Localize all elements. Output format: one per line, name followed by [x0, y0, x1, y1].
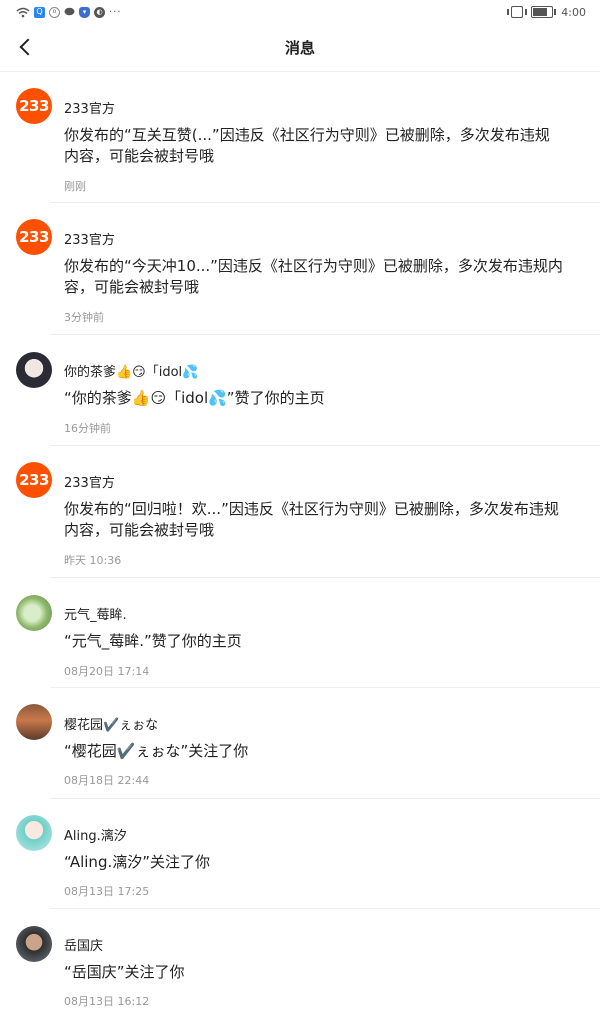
user-avatar[interactable]: [16, 815, 52, 851]
message-time: 08月13日 17:25: [64, 885, 150, 898]
notification-circle-icon: o: [49, 6, 60, 18]
battery-icon: [531, 6, 557, 18]
status-icons-right: 4:00: [507, 4, 586, 20]
message-item[interactable]: 岳国庆 “岳国庆”关注了你 08月13日 16:12: [0, 909, 600, 1019]
message-time: 昨天 10:36: [64, 554, 122, 567]
message-text: “樱花园✔️ぇぉな”关注了你: [64, 742, 249, 760]
sender-name: 岳国庆: [64, 939, 104, 954]
message-text: 你发布的“今天冲10...”因违反《社区行为守则》已被删除，多次发布违规内容，可…: [64, 257, 563, 296]
message-item[interactable]: 233 233官方 你发布的“互关互赞(...”因违反《社区行为守则》已被删除，…: [0, 72, 600, 203]
message-text: 你发布的“互关互赞(...”因违反《社区行为守则》已被删除，多次发布违规内容，可…: [64, 126, 550, 165]
sender-name: 你的茶爹👍😏「idol💦: [64, 365, 199, 380]
status-time: 4:00: [561, 5, 586, 19]
message-item[interactable]: Aling.漓汐 “Aling.漓汐”关注了你 08月13日 17:25: [0, 799, 600, 909]
official-avatar[interactable]: 233: [16, 219, 52, 255]
sender-name: 233官方: [64, 102, 115, 117]
wifi-icon: [16, 7, 30, 17]
search-app-icon: Q: [34, 6, 45, 18]
vibrate-icon: [507, 6, 528, 18]
message-time: 08月18日 22:44: [64, 774, 150, 787]
sender-name: 233官方: [64, 476, 115, 491]
app-header: 消息: [0, 24, 600, 72]
message-time: 08月20日 17:14: [64, 665, 150, 678]
message-list: 233 233官方 你发布的“互关互赞(...”因违反《社区行为守则》已被删除，…: [0, 72, 600, 1019]
sender-name: 233官方: [64, 233, 115, 248]
user-avatar[interactable]: [16, 352, 52, 388]
chat-bubble-icon: [64, 7, 75, 18]
sender-name: 元气_莓眸.: [64, 608, 127, 623]
user-avatar[interactable]: [16, 704, 52, 740]
message-text: “元气_莓眸.”赞了你的主页: [64, 632, 242, 650]
message-time: 08月13日 16:12: [64, 995, 150, 1008]
message-text: “岳国庆”关注了你: [64, 963, 185, 981]
message-item[interactable]: 233 233官方 你发布的“回归啦！欢...”因违反《社区行为守则》已被删除，…: [0, 446, 600, 578]
message-time: 3分钟前: [64, 311, 104, 324]
message-text: 你发布的“回归啦！欢...”因违反《社区行为守则》已被删除，多次发布违规内容，可…: [64, 500, 559, 539]
message-item[interactable]: 你的茶爹👍😏「idol💦 “你的茶爹👍😏「idol💦”赞了你的主页 16分钟前: [0, 335, 600, 446]
official-avatar[interactable]: 233: [16, 88, 52, 124]
message-text: “你的茶爹👍😏「idol💦”赞了你的主页: [64, 389, 325, 407]
app-notification-icon: ◐: [94, 6, 105, 18]
sender-name: 樱花园✔️ぇぉな: [64, 718, 159, 733]
user-avatar[interactable]: [16, 595, 52, 631]
status-icons-left: Q o ▾ ◐ ···: [16, 5, 122, 19]
message-item[interactable]: 元气_莓眸. “元气_莓眸.”赞了你的主页 08月20日 17:14: [0, 578, 600, 688]
more-notifications-dots: ···: [109, 6, 122, 18]
battery-level: [533, 8, 547, 16]
shield-icon: ▾: [79, 6, 90, 18]
user-avatar[interactable]: [16, 926, 52, 962]
sender-name: Aling.漓汐: [64, 829, 127, 844]
official-avatar[interactable]: 233: [16, 462, 52, 498]
message-time: 16分钟前: [64, 422, 111, 435]
page-title: 消息: [284, 39, 315, 57]
message-time: 刚刚: [64, 180, 86, 193]
message-item[interactable]: 樱花园✔️ぇぉな “樱花园✔️ぇぉな”关注了你 08月18日 22:44: [0, 688, 600, 799]
status-bar: Q o ▾ ◐ ··· 4:00: [0, 0, 600, 24]
message-text: “Aling.漓汐”关注了你: [64, 853, 211, 871]
message-item[interactable]: 233 233官方 你发布的“今天冲10...”因违反《社区行为守则》已被删除，…: [0, 203, 600, 335]
